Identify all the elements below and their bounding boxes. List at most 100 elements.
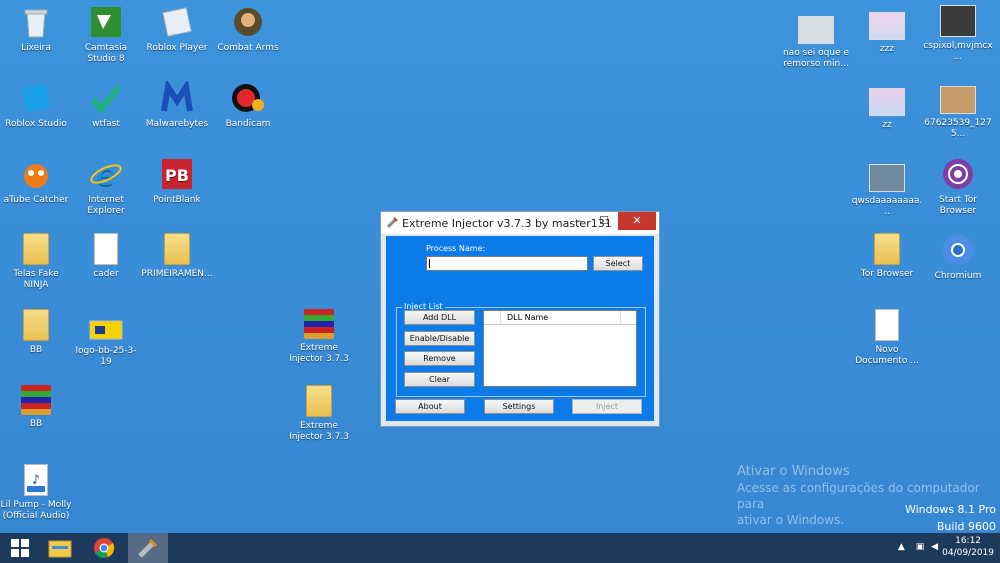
icon-label: Tor Browser (860, 269, 914, 279)
desktop-icon-cader[interactable]: cader (70, 233, 142, 280)
icon-label: PRIMEIRAMEN... (141, 269, 213, 279)
winrar-archive-icon (21, 385, 51, 415)
icon-label: BB (29, 345, 43, 355)
about-button[interactable]: About (395, 399, 465, 414)
clock[interactable]: 16:12 04/09/2019 (942, 535, 994, 559)
desktop-icon-wtfast[interactable]: wtfast (70, 81, 142, 130)
desktop-icon-tor-browser[interactable]: Tor Browser (851, 233, 923, 280)
add-dll-button[interactable]: Add DLL (404, 310, 475, 325)
icon-label: Roblox Studio (5, 119, 67, 129)
maximize-button[interactable]: ☐ (591, 212, 617, 230)
icon-label: Extreme Injector 3.7.3 (289, 421, 349, 442)
desktop-icon-start-tor-browser[interactable]: Start Tor Browser (922, 157, 994, 217)
image-file-icon (869, 164, 905, 192)
desktop-icon-bb-folder[interactable]: BB (0, 309, 72, 356)
desktop-icon-cspixol[interactable]: cspixol,mvjmcx... (922, 5, 994, 63)
icon-label: Roblox Player (146, 43, 208, 53)
tor-browser-icon (941, 157, 975, 191)
desktop-icon-malwarebytes[interactable]: Malwarebytes (141, 78, 213, 130)
image-file-icon (869, 88, 905, 116)
desktop-icon-roblox-studio[interactable]: Roblox Studio (0, 81, 72, 130)
enable-disable-button[interactable]: Enable/Disable (404, 331, 475, 346)
desktop-icon-lil-pump[interactable]: ♪ Lil Pump - Molly (Official Audio) (0, 464, 72, 522)
desktop-icon-roblox-player[interactable]: Roblox Player (141, 5, 213, 54)
desktop-icon-extreme-injector-rar[interactable]: Extreme Injector 3.7.3 (283, 309, 355, 365)
icon-label: Camtasia Studio 8 (84, 43, 128, 64)
desktop-icon-lixeira[interactable]: Lixeira (0, 5, 72, 54)
clock-date: 04/09/2019 (942, 548, 994, 558)
camtasia-icon (89, 5, 123, 39)
dll-list-header: DLL Name (484, 311, 636, 325)
taskbar-file-explorer[interactable] (40, 533, 80, 563)
icon-label: Lil Pump - Molly (Official Audio) (0, 500, 72, 521)
taskbar: ▲ ▣ ◀ 16:12 04/09/2019 (0, 533, 1000, 563)
icon-label: logo-bb-25-3-19 (75, 346, 137, 367)
clear-button[interactable]: Clear (404, 372, 475, 387)
icon-label: nao sei oque e remorso min... (782, 48, 850, 69)
start-button[interactable] (0, 533, 40, 563)
svg-text:PB: PB (165, 166, 189, 185)
desktop-icon-internet-explorer[interactable]: e Internet Explorer (70, 157, 142, 217)
folder-icon (23, 233, 49, 265)
remove-button[interactable]: Remove (404, 351, 475, 366)
extreme-injector-window[interactable]: Extreme Injector v3.7.3 by master131 – ☐… (380, 211, 660, 427)
desktop-icon-67623539[interactable]: 67623539_1275... (922, 86, 994, 140)
desktop-icon-combat-arms[interactable]: Combat Arms (212, 5, 284, 54)
dll-list[interactable]: DLL Name (483, 310, 637, 387)
process-name-label: Process Name: (426, 244, 486, 253)
process-name-input[interactable] (426, 256, 588, 271)
desktop-icon-bb-rar[interactable]: BB (0, 385, 72, 430)
icon-label: zz (882, 120, 892, 130)
image-file-icon (89, 320, 123, 342)
dll-name-column-header[interactable]: DLL Name (500, 311, 621, 324)
folder-icon (164, 233, 190, 265)
desktop-icon-zzz[interactable]: zzz (851, 12, 923, 55)
system-tray[interactable]: ▲ ▣ ◀ (898, 542, 938, 552)
svg-text:♪: ♪ (32, 472, 40, 486)
windows-version-line1: Windows 8.1 Pro (904, 503, 996, 516)
inject-button[interactable]: Inject (572, 399, 642, 414)
minimize-button[interactable]: – (566, 212, 592, 230)
watermark-title: Ativar o Windows (737, 464, 850, 479)
injector-client-area: Process Name: Select Inject List Add DLL… (386, 236, 654, 421)
desktop-icon-logo-bb[interactable]: logo-bb-25-3-19 (70, 320, 142, 368)
icon-label: Internet Explorer (87, 195, 125, 216)
close-button[interactable]: ✕ (618, 212, 656, 230)
atube-catcher-icon (19, 157, 53, 191)
volume-icon[interactable]: ◀ (931, 542, 938, 552)
desktop-icon-telas-fake-ninja[interactable]: Telas Fake NINJA (0, 233, 72, 291)
clock-time: 16:12 (955, 536, 982, 546)
desktop-icon-bandicam[interactable]: Bandicam (212, 81, 284, 130)
image-file-icon (869, 12, 905, 40)
tray-overflow-arrow[interactable]: ▲ (898, 542, 905, 552)
internet-explorer-icon: e (89, 157, 123, 193)
desktop-icon-atube-catcher[interactable]: aTube Catcher (0, 157, 72, 206)
text-caret (429, 259, 430, 268)
chromium-icon (941, 233, 975, 267)
mp3-file-icon: ♪ (24, 464, 48, 496)
settings-button[interactable]: Settings (484, 399, 554, 414)
window-titlebar[interactable]: Extreme Injector v3.7.3 by master131 – ☐… (381, 212, 659, 234)
desktop-icon-qwsda[interactable]: qwsdaaaaaaaa... (851, 164, 923, 218)
image-file-icon (940, 86, 976, 114)
combat-arms-icon (231, 5, 265, 39)
taskbar-extreme-injector[interactable] (128, 533, 168, 563)
desktop-icon-novo-documento[interactable]: Novo Documento ... (851, 309, 923, 367)
icon-label: Novo Documento ... (855, 345, 919, 366)
desktop-icon-pointblank[interactable]: PB PointBlank (141, 157, 213, 206)
select-button[interactable]: Select (593, 256, 643, 271)
windows-start-icon (11, 539, 29, 557)
desktop-icon-extreme-injector-folder[interactable]: Extreme Injector 3.7.3 (283, 385, 355, 443)
desktop-icon-zz[interactable]: zz (851, 88, 923, 131)
network-icon[interactable]: ▣ (916, 542, 925, 552)
desktop-icon-chromium[interactable]: Chromium (922, 233, 994, 282)
icon-label: Lixeira (21, 43, 51, 53)
taskbar-chrome[interactable] (84, 533, 124, 563)
desktop-icon-camtasia[interactable]: Camtasia Studio 8 (70, 5, 142, 65)
desktop-icon-primeiramen[interactable]: PRIMEIRAMEN... (141, 233, 213, 280)
desktop-icon-nao-sei[interactable]: nao sei oque e remorso min... (780, 16, 852, 70)
chrome-icon (94, 538, 115, 558)
icon-label: 67623539_1275... (924, 118, 992, 139)
roblox-player-icon (160, 5, 194, 39)
document-icon (875, 309, 899, 341)
